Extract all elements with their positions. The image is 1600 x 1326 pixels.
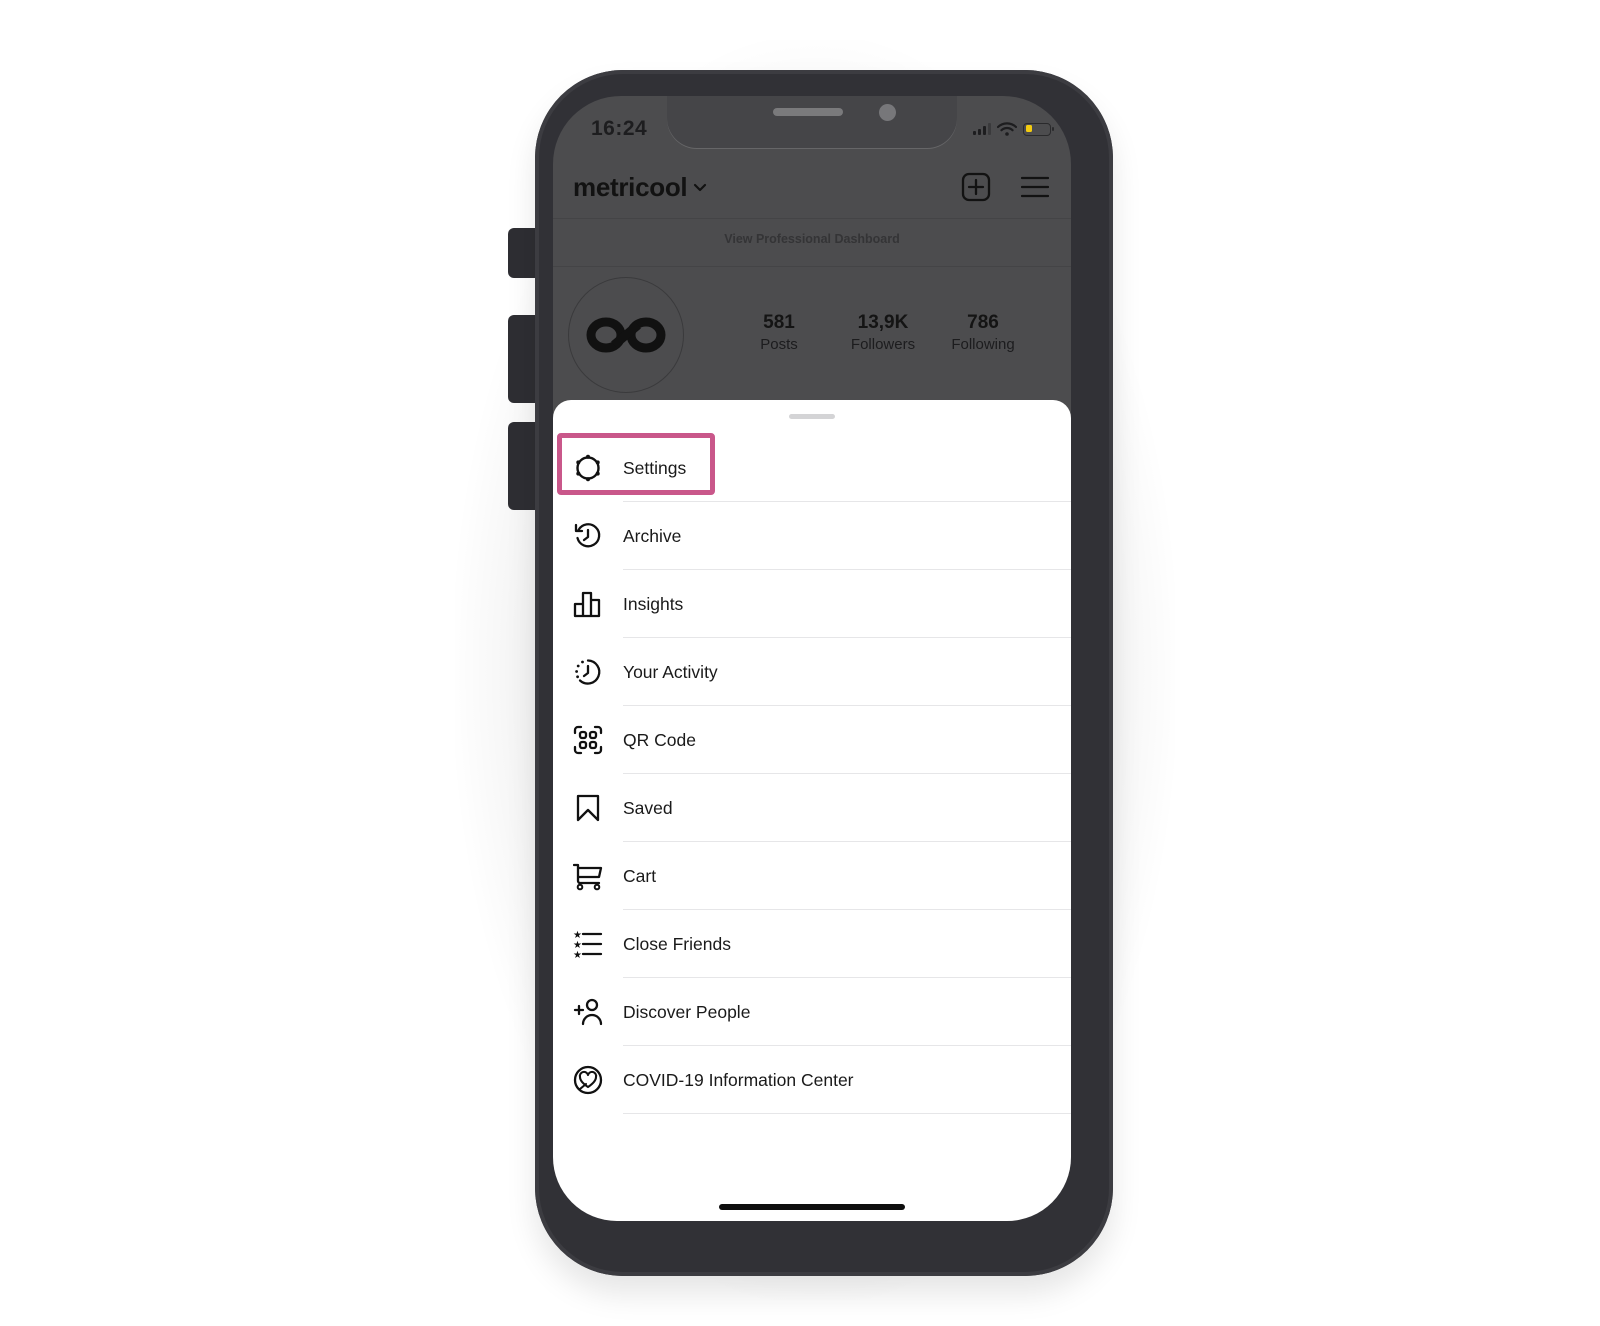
close-friends-list-icon: ★ ★ ★ <box>571 927 605 961</box>
status-time: 16:24 <box>591 117 648 140</box>
professional-dashboard-link[interactable]: View Professional Dashboard <box>553 232 1071 246</box>
menu-item-label: Insights <box>623 593 684 614</box>
username: metricool <box>573 172 688 202</box>
menu-item-cart[interactable]: Cart <box>553 842 1071 910</box>
create-post-button[interactable] <box>961 172 991 202</box>
home-indicator[interactable] <box>719 1204 905 1210</box>
header-divider <box>553 218 1071 219</box>
stat-value: 786 <box>967 312 999 333</box>
menu-item-insights[interactable]: Insights <box>553 570 1071 638</box>
stat-followers[interactable]: 13,9K Followers <box>833 312 933 353</box>
svg-text:★: ★ <box>573 950 582 959</box>
menu-item-label: COVID-19 Information Center <box>623 1069 854 1090</box>
menu-button[interactable] <box>1021 175 1049 199</box>
insights-bar-chart-icon <box>571 587 605 621</box>
profile-app-bar: metricool <box>553 166 1071 216</box>
menu-bottom-sheet: Settings Archive Insights Your Activity … <box>553 400 1071 1221</box>
stat-posts[interactable]: 581 Posts <box>739 312 819 353</box>
volume-down-button <box>508 422 538 510</box>
stat-label: Following <box>951 336 1015 353</box>
menu-item-discover-people[interactable]: Discover People <box>553 978 1071 1046</box>
stat-value: 581 <box>763 312 795 333</box>
silent-switch <box>508 228 538 278</box>
menu-item-settings[interactable]: Settings <box>553 433 1071 502</box>
chevron-down-icon <box>694 183 707 191</box>
menu-list: Settings Archive Insights Your Activity … <box>553 433 1071 1114</box>
metricool-infinity-logo <box>586 317 666 353</box>
wifi-icon <box>997 122 1017 136</box>
menu-item-label: Discover People <box>623 1001 751 1022</box>
qr-code-icon <box>571 723 605 757</box>
menu-item-label: Saved <box>623 797 673 818</box>
speaker <box>773 108 843 116</box>
menu-item-label: Archive <box>623 525 682 546</box>
notch <box>667 96 957 148</box>
archive-history-icon <box>571 519 605 553</box>
front-camera <box>879 104 896 121</box>
stat-label: Posts <box>760 336 798 353</box>
menu-item-your-activity[interactable]: Your Activity <box>553 638 1071 706</box>
phone-frame: 16:24 metricool View Professional Dashbo… <box>535 70 1113 1276</box>
bookmark-icon <box>571 791 605 825</box>
add-person-icon <box>571 995 605 1029</box>
battery-low-icon <box>1023 122 1054 136</box>
username-switcher[interactable]: metricool <box>573 172 707 203</box>
profile-avatar[interactable] <box>568 277 684 393</box>
volume-up-button <box>508 315 538 403</box>
menu-item-qr-code[interactable]: QR Code <box>553 706 1071 774</box>
cellular-signal-icon <box>973 123 991 135</box>
hamburger-menu-icon <box>1021 176 1049 198</box>
stat-value: 13,9K <box>857 312 909 333</box>
menu-item-archive[interactable]: Archive <box>553 502 1071 570</box>
menu-item-label: Settings <box>623 457 687 478</box>
menu-item-label: QR Code <box>623 729 696 750</box>
covid-heart-icon <box>571 1063 605 1097</box>
sheet-grabber[interactable] <box>789 414 835 419</box>
stat-label: Followers <box>850 336 916 353</box>
plus-square-icon <box>961 172 991 202</box>
stat-following[interactable]: 786 Following <box>933 312 1033 353</box>
menu-divider <box>623 1113 1071 1114</box>
menu-item-label: Cart <box>623 865 657 886</box>
activity-clock-icon <box>571 655 605 689</box>
menu-item-covid-info[interactable]: COVID-19 Information Center <box>553 1046 1071 1114</box>
dashboard-divider <box>553 266 1071 267</box>
settings-gear-icon <box>571 451 605 485</box>
menu-item-saved[interactable]: Saved <box>553 774 1071 842</box>
cart-icon <box>571 859 605 893</box>
menu-item-close-friends[interactable]: ★ ★ ★ Close Friends <box>553 910 1071 978</box>
phone-screen: 16:24 metricool View Professional Dashbo… <box>553 96 1071 1221</box>
menu-item-label: Your Activity <box>623 661 718 682</box>
menu-item-label: Close Friends <box>623 933 731 954</box>
status-icons <box>973 122 1054 136</box>
